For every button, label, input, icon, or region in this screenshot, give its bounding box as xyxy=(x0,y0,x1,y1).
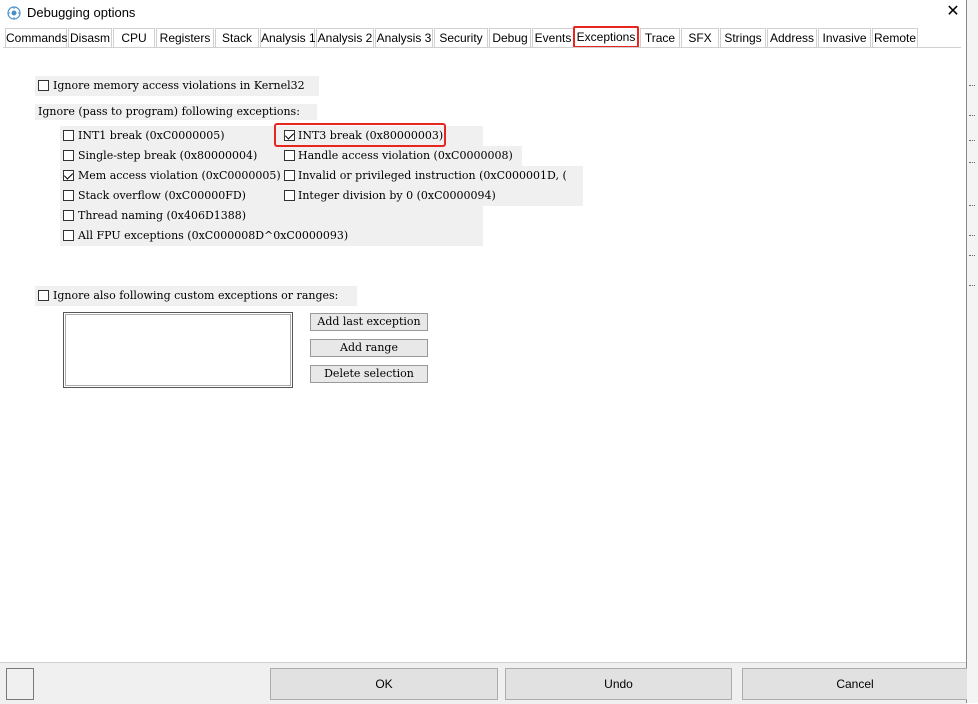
tab-events[interactable]: Events xyxy=(532,28,574,47)
debugging-options-window: Debugging options ✕ Commands Disasm CPU … xyxy=(0,0,968,704)
add-last-exception-button[interactable]: Add last exception xyxy=(310,313,428,331)
window-title: Debugging options xyxy=(27,5,136,20)
tab-address[interactable]: Address xyxy=(767,28,817,47)
delete-selection-button[interactable]: Delete selection xyxy=(310,365,428,383)
stack-overflow-label: Stack overflow (0xC00000FD) xyxy=(78,189,246,202)
undo-button[interactable]: Undo xyxy=(505,668,732,700)
edge-mark xyxy=(969,205,975,210)
edge-mark xyxy=(969,85,975,90)
cancel-button[interactable]: Cancel xyxy=(742,668,968,700)
edge-mark xyxy=(969,255,975,260)
tab-stack[interactable]: Stack xyxy=(215,28,259,47)
tab-analysis-2[interactable]: Analysis 2 xyxy=(316,28,374,47)
tab-trace[interactable]: Trace xyxy=(640,28,680,47)
ok-button[interactable]: OK xyxy=(270,668,498,700)
thread-naming-label: Thread naming (0x406D1388) xyxy=(78,209,247,222)
tab-registers[interactable]: Registers xyxy=(156,28,214,47)
int-div-label: Integer division by 0 (0xC0000094) xyxy=(298,189,496,202)
tab-exceptions[interactable]: Exceptions xyxy=(573,26,639,48)
title-bar: Debugging options ✕ xyxy=(0,0,966,26)
tab-invasive[interactable]: Invasive xyxy=(818,28,871,47)
tab-debug[interactable]: Debug xyxy=(489,28,531,47)
custom-exceptions-list[interactable] xyxy=(63,312,293,388)
fpu-label: All FPU exceptions (0xC000008D^0xC000009… xyxy=(78,229,349,242)
stack-overflow-checkbox[interactable] xyxy=(63,190,74,201)
fpu-checkbox[interactable] xyxy=(63,230,74,241)
tab-security[interactable]: Security xyxy=(434,28,488,47)
tab-sfx[interactable]: SFX xyxy=(681,28,719,47)
tab-commands[interactable]: Commands xyxy=(5,28,67,47)
tab-analysis-3[interactable]: Analysis 3 xyxy=(375,28,433,47)
tab-cpu[interactable]: CPU xyxy=(113,28,155,47)
edge-mark xyxy=(969,162,975,167)
background-window-edge xyxy=(967,0,978,703)
edge-mark xyxy=(969,140,975,145)
int1-checkbox[interactable] xyxy=(63,130,74,141)
custom-checkbox[interactable] xyxy=(38,290,49,301)
int3-highlight-box xyxy=(274,123,446,147)
tab-remote[interactable]: Remote xyxy=(872,28,918,47)
tab-strings[interactable]: Strings xyxy=(720,28,766,47)
handle-access-checkbox[interactable] xyxy=(284,150,295,161)
single-step-checkbox[interactable] xyxy=(63,150,74,161)
thread-naming-checkbox[interactable] xyxy=(63,210,74,221)
int-div-checkbox[interactable] xyxy=(284,190,295,201)
invalid-instr-checkbox[interactable] xyxy=(284,170,295,181)
kernel32-checkbox[interactable] xyxy=(38,80,49,91)
ignore-heading: Ignore (pass to program) following excep… xyxy=(38,105,300,118)
mem-access-label: Mem access violation (0xC0000005) xyxy=(78,169,281,182)
tab-disasm[interactable]: Disasm xyxy=(68,28,112,47)
invalid-instr-label: Invalid or privileged instruction (0xC00… xyxy=(298,169,567,182)
bottom-bar: OK Undo Cancel xyxy=(0,662,968,704)
close-icon[interactable]: ✕ xyxy=(946,4,960,20)
custom-label: Ignore also following custom exceptions … xyxy=(53,289,339,302)
app-bug-icon xyxy=(7,6,21,20)
tab-analysis-1[interactable]: Analysis 1 xyxy=(260,28,316,47)
edge-mark xyxy=(969,115,975,120)
edge-mark xyxy=(969,235,975,240)
handle-access-label: Handle access violation (0xC0000008) xyxy=(298,149,513,162)
edge-mark xyxy=(969,285,975,290)
int1-label: INT1 break (0xC0000005) xyxy=(78,129,225,142)
kernel32-label: Ignore memory access violations in Kerne… xyxy=(53,79,305,92)
add-range-button[interactable]: Add range xyxy=(310,339,428,357)
mem-access-checkbox[interactable] xyxy=(63,170,74,181)
single-step-label: Single-step break (0x80000004) xyxy=(78,149,258,162)
corner-box xyxy=(6,668,34,700)
